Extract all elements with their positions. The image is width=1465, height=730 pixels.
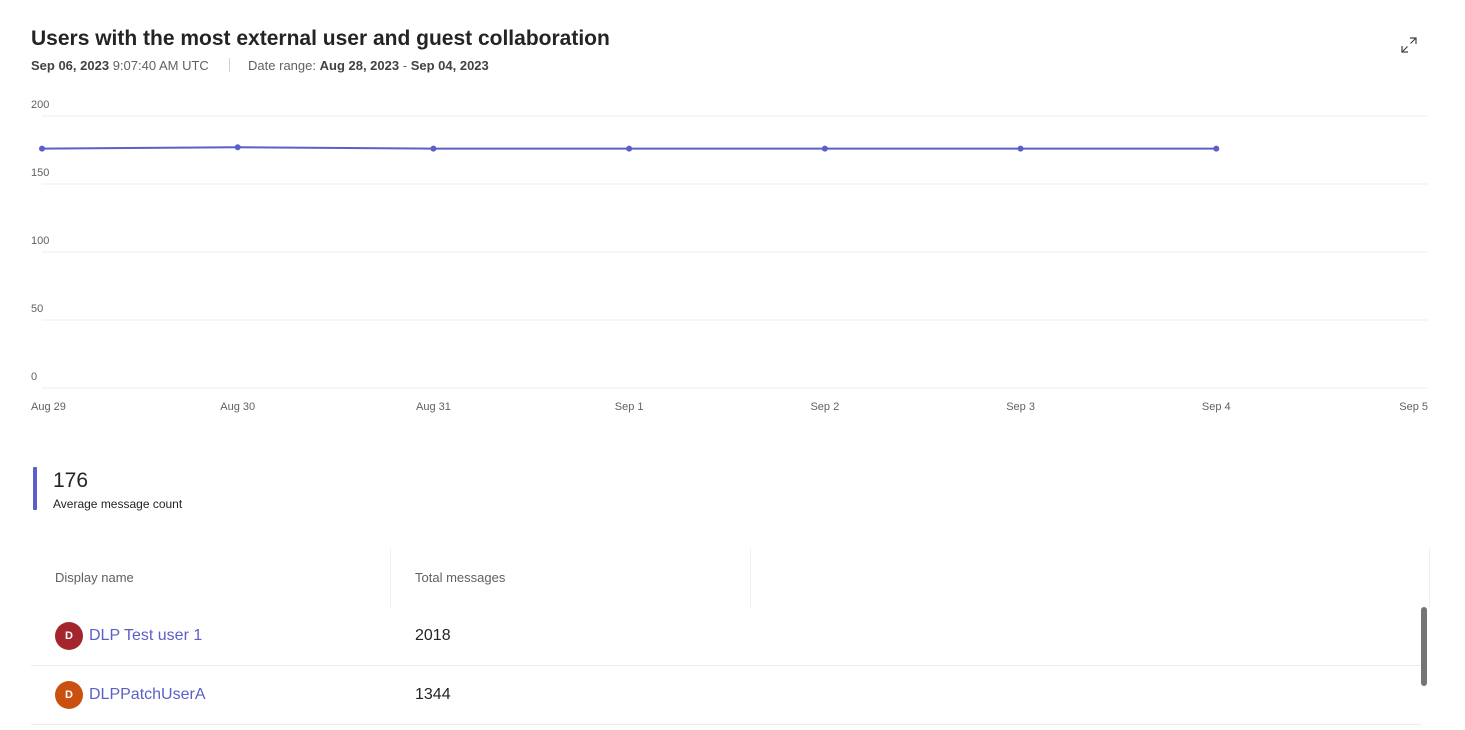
data-point[interactable] xyxy=(234,144,241,151)
y-tick-label: 0 xyxy=(31,371,37,383)
x-tick-label: Sep 5 xyxy=(1399,401,1428,413)
data-point[interactable] xyxy=(430,145,437,152)
date-range-dash: - xyxy=(402,58,408,73)
data-point[interactable] xyxy=(39,145,45,152)
page-title: Users with the most external user and gu… xyxy=(31,27,610,50)
kpi-value: 176 xyxy=(53,469,89,492)
date-range-start: Aug 28, 2023 xyxy=(319,58,400,73)
y-tick-label: 50 xyxy=(31,303,43,315)
display-name-cell: D DLPPatchUserA xyxy=(55,666,206,724)
total-messages-cell: 2018 xyxy=(415,627,451,644)
total-messages-cell: 1344 xyxy=(415,686,451,703)
user-name-link[interactable]: DLPPatchUserA xyxy=(89,686,206,704)
message-count-line-chart: 0 50 100 150 200 Aug 29 Aug 30 Aug 31 Sep 1 Sep … xyxy=(31,100,1428,413)
meta-divider xyxy=(229,58,231,72)
x-tick-label: Sep 2 xyxy=(810,401,839,413)
data-point[interactable] xyxy=(1213,145,1220,152)
x-tick-label: Aug 31 xyxy=(416,401,451,413)
y-tick-label: 200 xyxy=(31,100,49,111)
x-tick-label: Sep 4 xyxy=(1202,401,1231,413)
date-range-label: Date range: xyxy=(248,58,316,73)
expand-button[interactable] xyxy=(1396,32,1422,58)
data-point[interactable] xyxy=(626,145,633,152)
table-row[interactable]: D DLP Test user 1 2018 xyxy=(31,607,1421,666)
x-tick-label: Sep 1 xyxy=(615,401,644,413)
y-tick-label: 100 xyxy=(31,235,49,247)
expand-icon xyxy=(1401,37,1417,53)
table-row[interactable]: D DLPPatchUserA 1344 xyxy=(31,666,1421,725)
avatar: D xyxy=(55,622,83,650)
y-tick-label: 150 xyxy=(31,167,49,179)
avatar: D xyxy=(55,681,83,709)
x-tick-label: Aug 30 xyxy=(220,401,255,413)
date-range-end: Sep 04, 2023 xyxy=(410,58,489,73)
user-name-link[interactable]: DLP Test user 1 xyxy=(89,627,202,645)
display-name-cell: D DLP Test user 1 xyxy=(55,607,202,665)
column-header-empty xyxy=(751,548,1430,607)
report-meta: Sep 06, 2023 9:07:40 AM UTC Date range: … xyxy=(31,58,489,73)
data-point[interactable] xyxy=(1017,145,1024,152)
data-point[interactable] xyxy=(821,145,828,152)
x-tick-label: Aug 29 xyxy=(31,401,66,413)
kpi-accent-bar xyxy=(33,467,37,510)
vertical-scrollbar-thumb[interactable] xyxy=(1421,607,1427,686)
kpi-label: Average message count xyxy=(53,497,183,511)
column-header-total-messages[interactable]: Total messages xyxy=(391,548,751,607)
table-header: Display name Total messages xyxy=(31,548,1430,607)
x-tick-label: Sep 3 xyxy=(1006,401,1035,413)
report-date: Sep 06, 2023 xyxy=(31,58,110,73)
users-table: Display name Total messages D DLP Test u… xyxy=(31,548,1430,725)
column-header-display-name[interactable]: Display name xyxy=(31,548,391,607)
report-time: 9:07:40 AM UTC xyxy=(112,58,209,73)
